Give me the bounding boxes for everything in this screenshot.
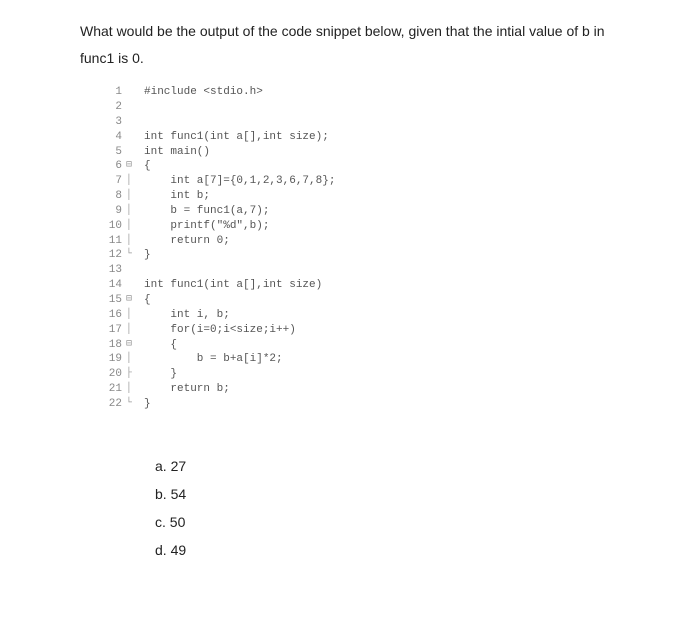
- code-line: 13: [100, 263, 620, 278]
- code-line: 15 ⊟{: [100, 293, 620, 308]
- line-number: 1: [100, 85, 122, 100]
- line-number: 18: [100, 338, 122, 353]
- code-line: 12 └}: [100, 248, 620, 263]
- code-text: int b;: [144, 189, 620, 204]
- code-line: 2: [100, 100, 620, 115]
- line-number: 3: [100, 115, 122, 130]
- line-number: 4: [100, 130, 122, 145]
- code-line: 11 │ return 0;: [100, 234, 620, 249]
- line-number: 12: [100, 248, 122, 263]
- code-line: 10 │ printf("%d",b);: [100, 219, 620, 234]
- code-line: 8 │ int b;: [100, 189, 620, 204]
- code-line: 22 └}: [100, 397, 620, 412]
- code-text: }: [144, 367, 620, 382]
- line-number: 13: [100, 263, 122, 278]
- option-c: c. 50: [155, 508, 620, 536]
- fold-gutter-icon: │: [126, 204, 144, 218]
- code-line: 14 int func1(int a[],int size): [100, 278, 620, 293]
- line-number: 16: [100, 308, 122, 323]
- line-number: 22: [100, 397, 122, 412]
- code-text: }: [144, 248, 620, 263]
- code-line: 19 │ b = b+a[i]*2;: [100, 352, 620, 367]
- code-block: 1 #include <stdio.h> 234 int func1(int a[],…: [100, 85, 620, 412]
- code-text: {: [144, 159, 620, 174]
- code-line: 18 ⊟ {: [100, 338, 620, 353]
- code-line: 6 ⊟{: [100, 159, 620, 174]
- fold-gutter-icon: │: [126, 323, 144, 337]
- answer-options: a. 27 b. 54 c. 50 d. 49: [155, 452, 620, 564]
- line-number: 9: [100, 204, 122, 219]
- fold-gutter-icon: ├: [126, 367, 144, 381]
- fold-gutter-icon: ⊟: [126, 293, 144, 307]
- code-text: {: [144, 293, 620, 308]
- code-text: #include <stdio.h>: [144, 85, 620, 100]
- fold-gutter-icon: │: [126, 352, 144, 366]
- line-number: 17: [100, 323, 122, 338]
- line-number: 14: [100, 278, 122, 293]
- code-text: int main(): [144, 145, 620, 160]
- code-text: printf("%d",b);: [144, 219, 620, 234]
- fold-gutter-icon: │: [126, 382, 144, 396]
- option-a: a. 27: [155, 452, 620, 480]
- code-text: int i, b;: [144, 308, 620, 323]
- page: What would be the output of the code sni…: [0, 0, 700, 604]
- code-line: 21 │ return b;: [100, 382, 620, 397]
- fold-gutter-icon: ⊟: [126, 338, 144, 352]
- line-number: 20: [100, 367, 122, 382]
- code-text: return 0;: [144, 234, 620, 249]
- option-d: d. 49: [155, 536, 620, 564]
- code-line: 17 │ for(i=0;i<size;i++): [100, 323, 620, 338]
- code-line: 7 │ int a[7]={0,1,2,3,6,7,8};: [100, 174, 620, 189]
- line-number: 11: [100, 234, 122, 249]
- line-number: 8: [100, 189, 122, 204]
- fold-gutter-icon: │: [126, 189, 144, 203]
- code-text: {: [144, 338, 620, 353]
- fold-gutter-icon: └: [126, 248, 144, 262]
- line-number: 15: [100, 293, 122, 308]
- line-number: 10: [100, 219, 122, 234]
- code-text: int a[7]={0,1,2,3,6,7,8};: [144, 174, 620, 189]
- fold-gutter-icon: │: [126, 174, 144, 188]
- code-text: b = b+a[i]*2;: [144, 352, 620, 367]
- code-text: for(i=0;i<size;i++): [144, 323, 620, 338]
- code-line: 4 int func1(int a[],int size);: [100, 130, 620, 145]
- code-text: int func1(int a[],int size);: [144, 130, 620, 145]
- fold-gutter-icon: ⊟: [126, 159, 144, 173]
- code-line: 20 ├ }: [100, 367, 620, 382]
- fold-gutter-icon: │: [126, 308, 144, 322]
- question-line-1: What would be the output of the code sni…: [80, 23, 605, 39]
- line-number: 19: [100, 352, 122, 367]
- line-number: 21: [100, 382, 122, 397]
- line-number: 5: [100, 145, 122, 160]
- code-text: return b;: [144, 382, 620, 397]
- code-line: 5 int main(): [100, 145, 620, 160]
- code-text: int func1(int a[],int size): [144, 278, 620, 293]
- line-number: 7: [100, 174, 122, 189]
- code-line: 9 │ b = func1(a,7);: [100, 204, 620, 219]
- line-number: 6: [100, 159, 122, 174]
- code-line: 1 #include <stdio.h>: [100, 85, 620, 100]
- option-b: b. 54: [155, 480, 620, 508]
- fold-gutter-icon: └: [126, 397, 144, 411]
- fold-gutter-icon: │: [126, 234, 144, 248]
- code-line: 16 │ int i, b;: [100, 308, 620, 323]
- code-text: }: [144, 397, 620, 412]
- line-number: 2: [100, 100, 122, 115]
- fold-gutter-icon: │: [126, 219, 144, 233]
- question-line-2: func1 is 0.: [80, 50, 144, 66]
- code-text: b = func1(a,7);: [144, 204, 620, 219]
- question-text: What would be the output of the code sni…: [80, 18, 620, 71]
- code-line: 3: [100, 115, 620, 130]
